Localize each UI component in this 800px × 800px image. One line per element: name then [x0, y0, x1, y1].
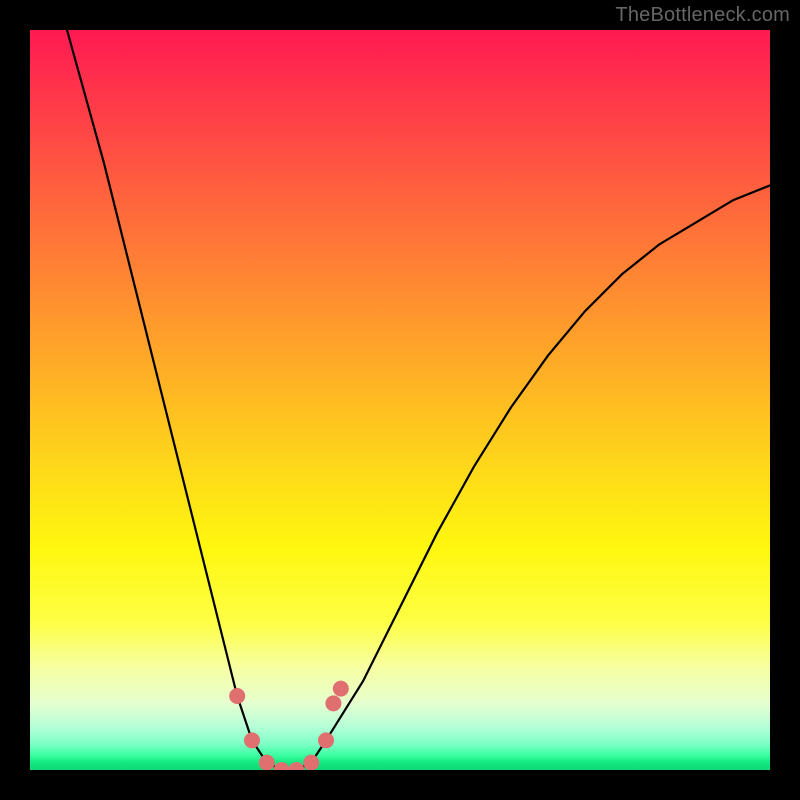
bottleneck-curve	[67, 30, 770, 770]
curve-marker	[318, 732, 334, 748]
watermark-text: TheBottleneck.com	[615, 4, 790, 27]
curve-marker	[288, 762, 304, 770]
curve-marker	[274, 762, 290, 770]
plot-area	[30, 30, 770, 770]
curve-marker	[303, 755, 319, 770]
curve-marker	[244, 732, 260, 748]
curve-marker	[333, 681, 349, 697]
curve-marker	[229, 688, 245, 704]
chart-frame: TheBottleneck.com	[0, 0, 800, 800]
curve-marker	[259, 755, 275, 770]
curve-layer	[30, 30, 770, 770]
curve-marker	[325, 695, 341, 711]
